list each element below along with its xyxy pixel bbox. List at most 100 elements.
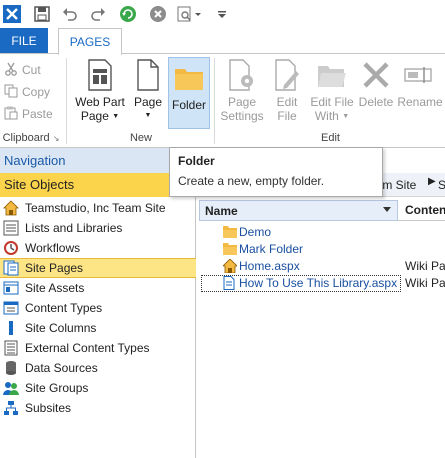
external-content-icon <box>3 340 19 356</box>
column-headers: Name Content <box>199 200 445 221</box>
nav-item-label: Site Pages <box>25 261 84 275</box>
nav-item-external-content-types[interactable]: External Content Types <box>0 338 196 358</box>
nav-item-label: Content Types <box>25 301 103 315</box>
delete-label: Delete <box>358 95 394 109</box>
nav-item-label: Teamstudio, Inc Team Site <box>25 201 166 215</box>
ribbon-tabs: FILE PAGES <box>0 28 445 55</box>
folder-button[interactable]: Folder <box>168 57 210 129</box>
item-name: How To Use This Library.aspx <box>239 276 398 290</box>
site-objects-header[interactable]: Site Objects <box>0 173 196 197</box>
paste-icon <box>4 106 18 123</box>
navigation-pane: Navigation Site Objects Teamstudio, Inc … <box>0 148 196 458</box>
filter-dropdown-icon[interactable] <box>383 207 391 212</box>
sharepoint-designer-icon <box>2 4 22 24</box>
customize-toolbar-icon[interactable] <box>212 4 232 24</box>
page-settings-icon <box>226 58 258 92</box>
undo-icon[interactable] <box>60 4 80 24</box>
nav-item-label: Site Groups <box>25 381 89 395</box>
copy-button[interactable]: Copy <box>4 82 50 102</box>
nav-item-label: Workflows <box>25 241 81 255</box>
list-icon <box>3 220 19 236</box>
list-item[interactable]: Home.aspx Wiki Pag <box>199 258 445 275</box>
edit-group-label: Edit <box>321 132 340 144</box>
item-content-type: Wiki Pag <box>405 259 445 273</box>
copy-label: Copy <box>22 85 51 99</box>
nav-item-workflows[interactable]: Workflows <box>0 238 196 258</box>
nav-item-team-site[interactable]: Teamstudio, Inc Team Site <box>0 198 196 218</box>
nav-item-label: Lists and Libraries <box>25 221 123 235</box>
list-item[interactable]: How To Use This Library.aspx Wiki Pag <box>199 275 445 292</box>
database-icon <box>3 360 19 376</box>
paste-label: Paste <box>22 107 53 121</box>
content-types-icon <box>3 300 19 316</box>
quick-access-toolbar <box>0 0 445 28</box>
cut-button[interactable]: Cut <box>4 60 41 80</box>
nav-item-site-pages[interactable]: Site Pages <box>0 258 196 278</box>
stop-icon[interactable] <box>148 4 168 24</box>
redo-icon[interactable] <box>88 4 108 24</box>
separator <box>214 58 215 144</box>
page-icon <box>223 276 237 290</box>
columns-icon <box>3 320 19 336</box>
separator <box>66 58 67 144</box>
cut-label: Cut <box>22 63 41 77</box>
nav-item-subsites[interactable]: Subsites <box>0 398 196 418</box>
nav-item-site-assets[interactable]: Site Assets <box>0 278 196 298</box>
workflow-icon <box>3 240 19 256</box>
page-settings-button[interactable]: Page Settings <box>218 58 266 128</box>
web-part-page-label-1: Web Part <box>75 95 125 109</box>
item-name: Demo <box>239 225 272 239</box>
item-content-type: Wiki Pag <box>405 276 445 290</box>
page-settings-label-1: Page <box>227 95 257 109</box>
rename-button[interactable]: Rename <box>396 58 444 128</box>
column-header-content[interactable]: Content <box>403 200 445 221</box>
home-icon <box>3 200 19 216</box>
nav-item-label: External Content Types <box>25 341 150 355</box>
folder-label: Folder <box>171 98 206 112</box>
nav-item-site-groups[interactable]: Site Groups <box>0 378 196 398</box>
edit-file-with-label-2: With <box>314 109 339 123</box>
nav-item-label: Site Columns <box>25 321 97 335</box>
list-item[interactable]: Demo <box>199 224 445 241</box>
dropdown-caret-icon: ▼ <box>342 112 350 120</box>
item-name: Mark Folder <box>239 242 304 256</box>
edit-file-button[interactable]: Edit File <box>270 58 304 128</box>
clipboard-label-text: Clipboard <box>2 132 50 144</box>
nav-item-data-sources[interactable]: Data Sources <box>0 358 196 378</box>
delete-button[interactable]: Delete <box>358 58 394 128</box>
tab-file[interactable]: FILE <box>0 28 48 54</box>
nav-item-lists-libraries[interactable]: Lists and Libraries <box>0 218 196 238</box>
edit-file-icon <box>271 58 303 92</box>
home-page-icon <box>222 258 238 274</box>
assets-icon <box>3 280 19 296</box>
navigation-header: Navigation <box>0 148 196 173</box>
paste-button[interactable]: Paste <box>4 104 53 124</box>
copy-icon <box>4 84 18 101</box>
nav-item-site-columns[interactable]: Site Columns <box>0 318 196 338</box>
new-group-label: New <box>129 132 152 144</box>
column-name-label: Name <box>205 204 238 218</box>
save-icon[interactable] <box>32 4 52 24</box>
column-header-name[interactable]: Name <box>199 200 398 221</box>
dropdown-caret-icon: ▼ <box>144 112 152 119</box>
page-button[interactable]: Page ▼ <box>130 58 166 128</box>
web-part-page-button[interactable]: Web Part Page ▼ <box>72 58 128 128</box>
rename-icon <box>404 58 436 92</box>
folder-tooltip: Folder Create a new, empty folder. <box>169 147 383 197</box>
folder-icon <box>223 225 237 239</box>
nav-item-content-types[interactable]: Content Types <box>0 298 196 318</box>
subsites-icon <box>3 400 19 416</box>
tooltip-text: Create a new, empty folder. <box>178 174 325 188</box>
nav-item-label: Subsites <box>25 401 72 415</box>
preview-in-browser-icon[interactable] <box>176 4 206 24</box>
refresh-icon[interactable] <box>118 4 138 24</box>
edit-file-with-button[interactable]: Edit File With ▼ <box>306 58 358 128</box>
edit-file-label-2: File <box>277 109 297 123</box>
edit-file-label-1: Edit <box>276 95 298 109</box>
breadcrumb-next[interactable]: S <box>438 178 445 192</box>
page-settings-label-2: Settings <box>220 109 264 123</box>
tab-pages[interactable]: PAGES <box>58 28 122 55</box>
dialog-launcher-icon[interactable]: ↘ <box>53 134 60 143</box>
list-item[interactable]: Mark Folder <box>199 241 445 258</box>
folder-icon <box>173 61 205 95</box>
